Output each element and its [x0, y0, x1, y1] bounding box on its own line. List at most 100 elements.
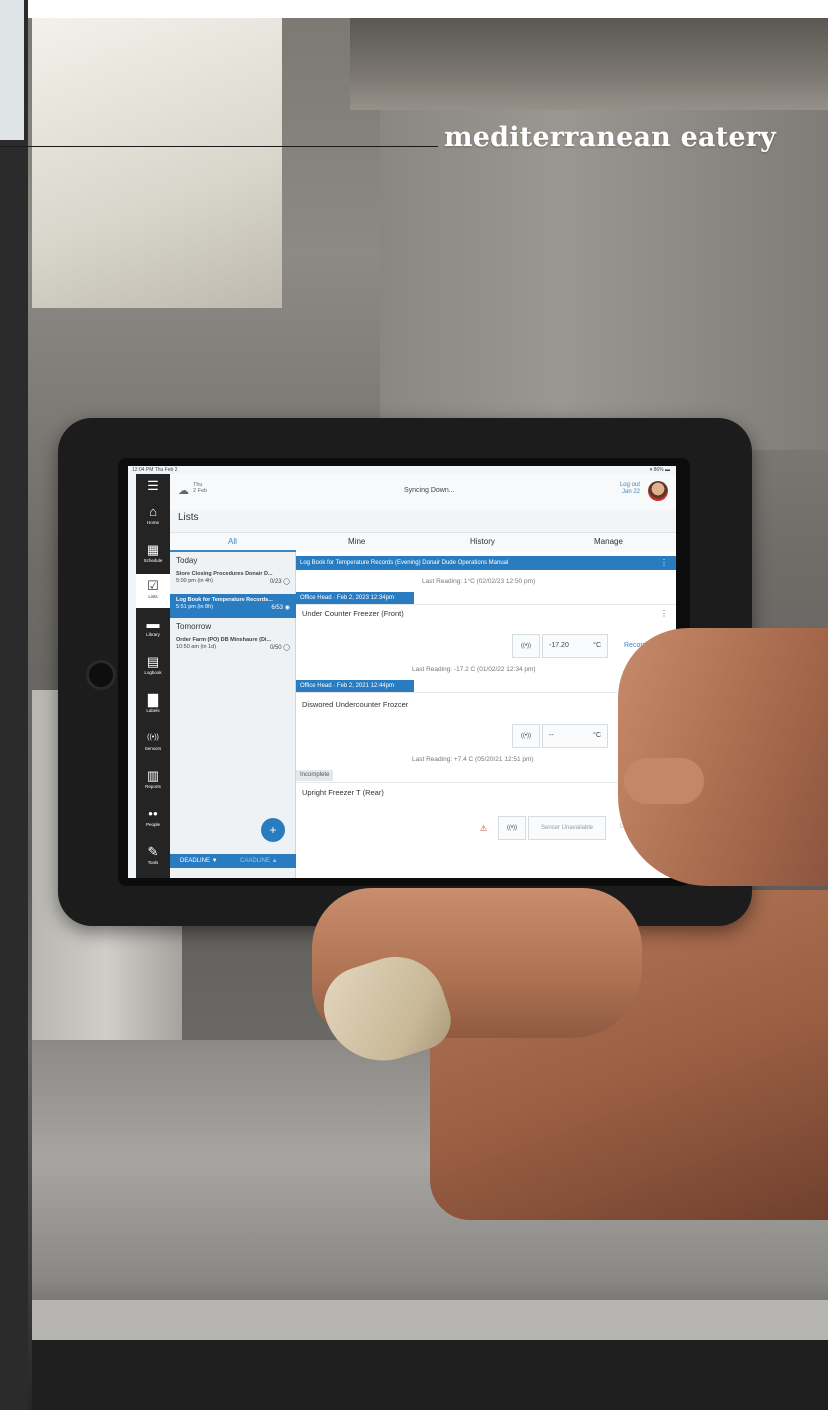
task-title: Diswored Undercounter Frozcer: [302, 700, 409, 709]
temperature-input[interactable]: -17.20 °C: [542, 634, 608, 658]
menu-icon[interactable]: ☰: [136, 474, 170, 496]
last-reading: Last Reading: +7.4 C (05/20/21 12:51 pm): [412, 756, 534, 763]
last-reading: Last Reading: -17.2 C (01/02/22 12:34 pm…: [412, 666, 536, 673]
avatar[interactable]: [648, 481, 668, 501]
nav-label: People: [145, 822, 160, 827]
window-light: [32, 18, 282, 308]
timestamp-badge: Office Head · Feb 2, 2023 12:34pm: [296, 592, 414, 604]
range-hood: [350, 18, 828, 110]
deadline-sort-bar: DEADLINE ▼ CAADLINE ▲: [170, 854, 296, 868]
nav-label: Library: [146, 632, 160, 637]
status-badge: Incomplete: [296, 770, 334, 781]
more-icon[interactable]: ⋮: [660, 609, 668, 618]
nav-sensors[interactable]: ((•)) Sensors: [136, 726, 170, 760]
folder-icon: ▬: [146, 616, 160, 631]
tab-all[interactable]: All: [228, 537, 237, 546]
section-tomorrow: Tomorrow: [176, 622, 212, 631]
nav-label: Logbook: [144, 670, 162, 675]
sensor-icon: ((•)): [147, 734, 159, 741]
page-top-margin: [0, 0, 828, 18]
list-item-selected[interactable]: Log Book for Temperature Records... 5:51…: [170, 594, 296, 618]
counter-edge: [32, 1300, 828, 1340]
deadline-sort-alt-button[interactable]: CAADLINE ▲: [240, 858, 278, 864]
tab-mine[interactable]: Mine: [348, 537, 365, 546]
sync-status: Syncing Down...: [404, 487, 455, 494]
logout-link[interactable]: Log out Jan 22: [610, 482, 640, 496]
people-icon: ●●: [148, 809, 158, 818]
task-title: Under Counter Freezer (Front): [302, 609, 404, 618]
nav-logbook[interactable]: ▤ Logbook: [136, 650, 170, 684]
checklist-icon: ☑: [147, 578, 159, 593]
sensor-button[interactable]: ((•)): [512, 634, 540, 658]
nav-label: Lists: [148, 594, 158, 599]
app-header: ☁ Thu 2 Feb Syncing Down... Log out Jan …: [170, 474, 676, 510]
printer-icon: ▇: [148, 692, 158, 707]
nav-label: Tools: [147, 860, 159, 865]
battery-icon: ▾ 86% ▬: [649, 467, 670, 473]
nav-tools[interactable]: ✎ Tools: [136, 840, 170, 874]
right-hand: [618, 628, 828, 886]
unit-label: °C: [593, 732, 601, 739]
sensor-icon: ((•)): [506, 825, 518, 831]
logout-sub: Jan 22: [621, 489, 640, 495]
home-icon: ⌂: [149, 504, 157, 519]
list-item[interactable]: Order Farm (PO) DB Minshaure (Di... 10:5…: [170, 634, 296, 658]
nav-home[interactable]: ⌂ Home: [136, 500, 170, 534]
timestamp-text: Office Head · Feb 2, 2023 12:34pm: [300, 595, 394, 601]
cloud-sync-icon[interactable]: ☁: [178, 484, 189, 497]
status-time: 12:04 PM Thu Feb 2: [132, 467, 178, 473]
nav-lists[interactable]: ☑ Lists: [136, 574, 170, 608]
list-item[interactable]: Store Closing Procedures Donair D... 5:0…: [170, 568, 296, 592]
nav-label: Labels: [146, 708, 160, 713]
temperature-value: -17.20: [549, 642, 569, 649]
sensor-button[interactable]: ((•)): [512, 724, 540, 748]
bar-chart-icon: ▥: [146, 768, 160, 783]
calendar-icon: ▦: [146, 542, 160, 557]
deadline-sort-button[interactable]: DEADLINE ▼: [180, 858, 218, 864]
right-thumb: [624, 758, 704, 804]
last-reading: Last Reading: 1°C (02/02/23 12:50 pm): [422, 578, 536, 585]
nav-label: Home: [146, 520, 159, 525]
sensor-status-field: Sencer Unavailable: [528, 816, 606, 840]
timestamp-badge: Office Head · Feb 2, 2021 12:44pm: [296, 680, 414, 692]
timestamp-text: Office Head · Feb 2, 2021 12:44pm: [300, 683, 394, 689]
logout-label: Log out: [619, 482, 640, 488]
header-date-value: 2 Feb: [193, 488, 208, 494]
nav-labels[interactable]: ▇ Labels: [136, 688, 170, 722]
sensor-icon: ((•)): [520, 643, 532, 649]
dark-floor: [32, 1340, 828, 1410]
divider: [296, 604, 676, 605]
list-item-title: Order Farm (PO) DB Minshaure (Di...: [176, 637, 272, 643]
list-item-count: 0/50 ◯: [269, 645, 290, 651]
list-item-title: Store Closing Procedures Donair D...: [176, 571, 273, 577]
nav-people[interactable]: ●● People: [136, 802, 170, 836]
nav-schedule[interactable]: ▦ Schedule: [136, 538, 170, 572]
nav-label: Reports: [145, 784, 161, 789]
temperature-input[interactable]: -- °C: [542, 724, 608, 748]
list-item-title: Log Book for Temperature Records...: [176, 597, 273, 603]
nav-reports[interactable]: ▥ Reports: [136, 764, 170, 798]
detail-header-title: Log Book for Temperature Records (Evenin…: [300, 560, 509, 566]
wrench-icon: ✎: [147, 844, 159, 859]
add-button[interactable]: +: [261, 818, 285, 842]
tab-history[interactable]: History: [470, 537, 495, 546]
task-title: Upright Freezer T (Rear): [302, 788, 384, 797]
tab-manage[interactable]: Manage: [594, 537, 623, 546]
nav-label: Sensors: [144, 746, 162, 751]
sensor-button[interactable]: ((•)): [498, 816, 526, 840]
list-item-count: 6/53 ◉: [271, 605, 290, 611]
header-date: Thu 2 Feb: [193, 482, 207, 494]
side-nav: ☰ ⌂ Home ▦ Schedule ☑ Lists ▬ Library ▤ Logbo…: [136, 474, 170, 878]
left-strip-light: [0, 0, 24, 140]
section-today: Today: [176, 556, 198, 565]
more-icon[interactable]: ⋮: [660, 558, 668, 567]
kitchen-photo: 12:04 PM Thu Feb 2 ▾ 86% ▬ ☰ ⌂ Home ▦ Sche…: [0, 0, 828, 1410]
book-icon: ▤: [146, 654, 160, 669]
tablet-screen: 12:04 PM Thu Feb 2 ▾ 86% ▬ ☰ ⌂ Home ▦ Sche…: [128, 466, 676, 878]
unit-label: °C: [593, 642, 601, 649]
tablet-camera-hole: [86, 660, 116, 690]
nav-library[interactable]: ▬ Library: [136, 612, 170, 646]
alert-icon: ⚠: [480, 824, 488, 833]
heading-rule: [0, 146, 438, 147]
status-bar: 12:04 PM Thu Feb 2 ▾ 86% ▬: [128, 466, 676, 474]
